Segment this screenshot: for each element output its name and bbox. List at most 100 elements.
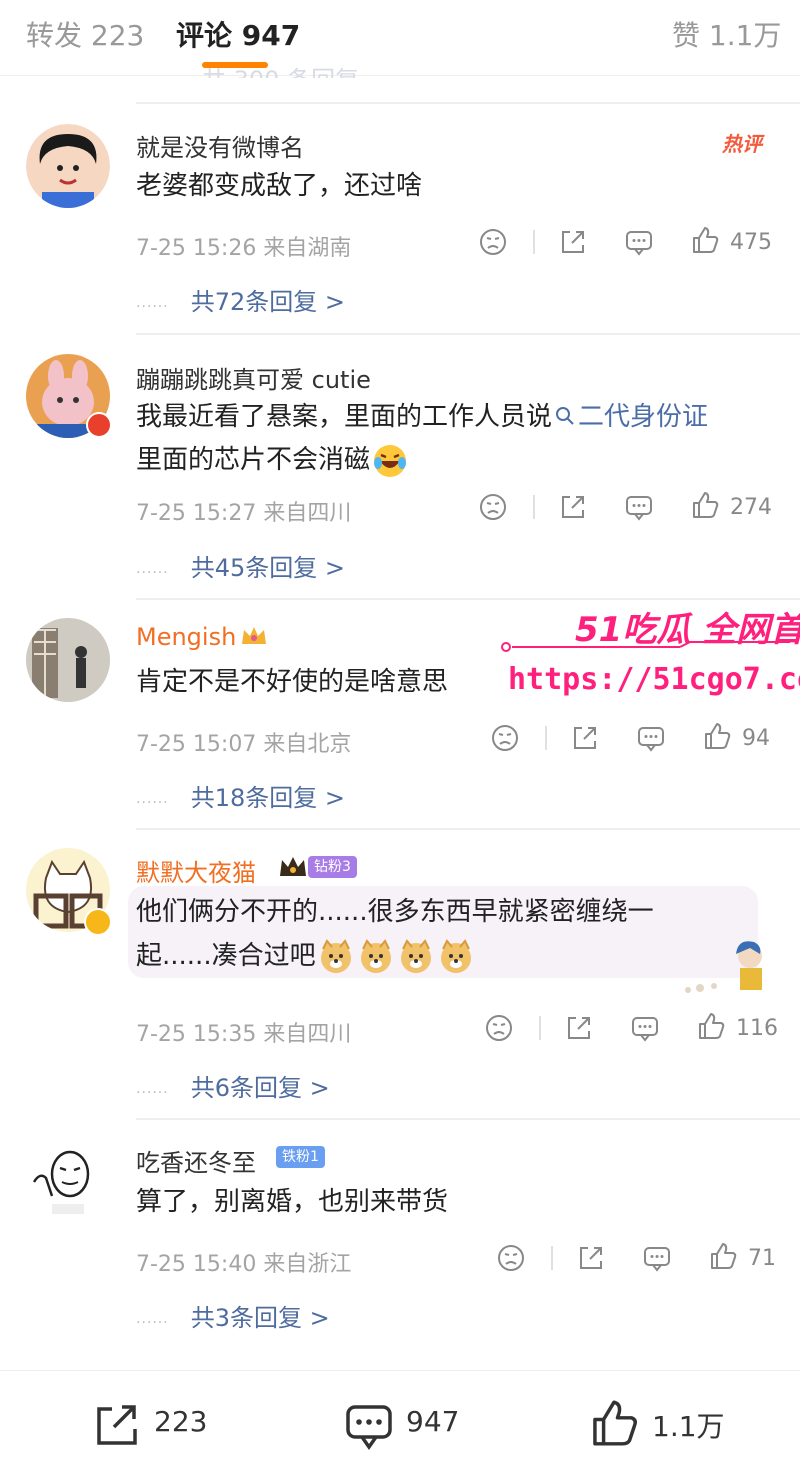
comment-time-location: 7-25 15:40 来自浙江 [136, 1252, 352, 1277]
share-icon[interactable] [576, 1243, 606, 1273]
comment-icon[interactable] [642, 1243, 672, 1273]
replies-dots: ...... [136, 295, 169, 311]
dislike-icon[interactable] [490, 723, 520, 753]
comment-text-line2: 起......凑合过吧 [136, 934, 476, 979]
comment-text: 老婆都变成敌了，还过啥 [136, 171, 423, 201]
avatar[interactable] [26, 618, 110, 702]
like-icon[interactable] [702, 721, 732, 751]
laugh-cry-emoji [374, 444, 407, 477]
view-replies-link[interactable]: ...... 共45条回复 > [136, 548, 345, 583]
like-count: 475 [730, 230, 772, 255]
comment-username[interactable]: 默默大夜猫 [136, 853, 256, 888]
comment-text: 肯定不是不好使的是啥意思 [136, 667, 449, 697]
action-separator [533, 495, 535, 519]
hot-comment-badge: 热评 [722, 132, 762, 156]
replies-label: 共6条回复 > [190, 1074, 330, 1102]
share-icon[interactable] [558, 492, 588, 522]
doge-emoji [440, 938, 471, 973]
comment-text-line2: 里面的芯片不会消磁 [136, 438, 410, 483]
avatar[interactable] [26, 1138, 110, 1222]
replies-dots: ...... [136, 561, 169, 577]
member-badge-icon [86, 412, 112, 438]
comment-text: 我最近看了悬案，里面的工作人员说 二代身份证 [136, 395, 708, 440]
repost-button[interactable]: 223 [94, 1399, 254, 1451]
action-separator [533, 230, 535, 254]
replies-label: 共45条回复 > [190, 554, 345, 582]
crown-icon [242, 627, 267, 644]
pearl-earring-girl-decoration [685, 941, 762, 993]
comment-time-location: 7-25 15:35 来自四川 [136, 1022, 352, 1047]
comment-icon[interactable] [624, 227, 654, 257]
action-separator [545, 726, 547, 750]
thumbs-up-icon [593, 1400, 637, 1446]
dislike-icon[interactable] [484, 1013, 514, 1043]
repost-icon [97, 1405, 137, 1445]
comment-divider [136, 1118, 800, 1120]
username-label: Mengish [136, 623, 237, 651]
comment-button[interactable]: 947 [344, 1399, 504, 1455]
comment-username[interactable]: 蹦蹦跳跳真可爱 cutie [136, 360, 371, 395]
bottom-action-bar: 223 947 1.1万 [0, 1370, 800, 1479]
dislike-icon[interactable] [496, 1243, 526, 1273]
dislike-icon[interactable] [478, 227, 508, 257]
doge-emoji [360, 938, 391, 973]
comment-text: 算了，别离婚，也别来带货 [136, 1187, 449, 1217]
view-replies-link[interactable]: ...... 共6条回复 > [136, 1068, 330, 1103]
view-replies-link[interactable]: ...... 共72条回复 > [136, 282, 345, 317]
like-icon[interactable] [708, 1241, 738, 1271]
tab-likes[interactable]: 赞 1.1万 [672, 14, 781, 54]
like-count: 274 [730, 495, 772, 520]
dislike-icon[interactable] [478, 492, 508, 522]
like-icon[interactable] [696, 1011, 726, 1041]
tab-reposts[interactable]: 转发 223 [26, 14, 144, 54]
comment-bubble-icon [346, 1405, 392, 1451]
view-replies-link[interactable]: ...... 共3条回复 > [136, 1298, 330, 1333]
comment-divider [136, 333, 800, 335]
comment-text-line2-label: 里面的芯片不会消磁 [136, 445, 371, 475]
topic-label: 二代身份证 [578, 402, 709, 432]
share-icon[interactable] [564, 1013, 594, 1043]
replies-label: 共3条回复 > [190, 1304, 330, 1332]
action-separator [539, 1016, 541, 1040]
share-icon[interactable] [558, 227, 588, 257]
comment-username[interactable]: 吃香还冬至 [136, 1143, 256, 1178]
comment-time-location: 7-25 15:07 来自北京 [136, 732, 352, 757]
like-icon[interactable] [690, 225, 720, 255]
replies-dots: ...... [136, 791, 169, 807]
search-icon [556, 407, 574, 425]
like-count: 71 [748, 1246, 776, 1271]
comment-icon[interactable] [624, 492, 654, 522]
comment-username[interactable]: 就是没有微博名 [136, 128, 304, 163]
view-replies-link[interactable]: ...... 共18条回复 > [136, 778, 345, 813]
repost-count: 223 [154, 1405, 208, 1438]
comment-icon[interactable] [630, 1013, 660, 1043]
like-count: 1.1万 [652, 1410, 725, 1443]
comment-count: 947 [406, 1405, 460, 1438]
like-count: 94 [742, 726, 770, 751]
action-separator [551, 1246, 553, 1270]
comment-username[interactable]: Mengish [136, 623, 268, 651]
comment-time-location: 7-25 15:27 来自四川 [136, 501, 352, 526]
comment-divider [136, 102, 800, 104]
topic-search-link[interactable]: 二代身份证 [552, 402, 708, 432]
like-icon[interactable] [690, 490, 720, 520]
avatar[interactable] [26, 124, 110, 208]
share-icon[interactable] [570, 723, 600, 753]
comment-divider [136, 598, 800, 600]
like-button[interactable]: 1.1万 [588, 1395, 768, 1451]
replies-label: 共18条回复 > [190, 784, 345, 812]
fan-level-badge: 钻粉3 [308, 856, 357, 878]
fan-level-badge: 铁粉1 [276, 1146, 325, 1168]
comment-header: 转发 223 评论 947 赞 1.1万 [0, 0, 800, 76]
replies-label: 共72条回复 > [190, 288, 345, 316]
doge-emoji [400, 938, 431, 973]
comment-time-location: 7-25 15:26 来自湖南 [136, 236, 352, 261]
tab-comments[interactable]: 评论 947 [176, 14, 300, 54]
verified-v-icon [84, 908, 112, 936]
comment-icon[interactable] [636, 723, 666, 753]
comment-text: 他们俩分不开的......很多东西早就紧密缠绕一 [136, 897, 654, 927]
comment-divider [136, 828, 800, 830]
previous-replies-peek: 共 300 条回复 [202, 60, 359, 78]
watermark-url: https://51cgo7.com [508, 662, 800, 697]
replies-dots: ...... [136, 1311, 169, 1327]
